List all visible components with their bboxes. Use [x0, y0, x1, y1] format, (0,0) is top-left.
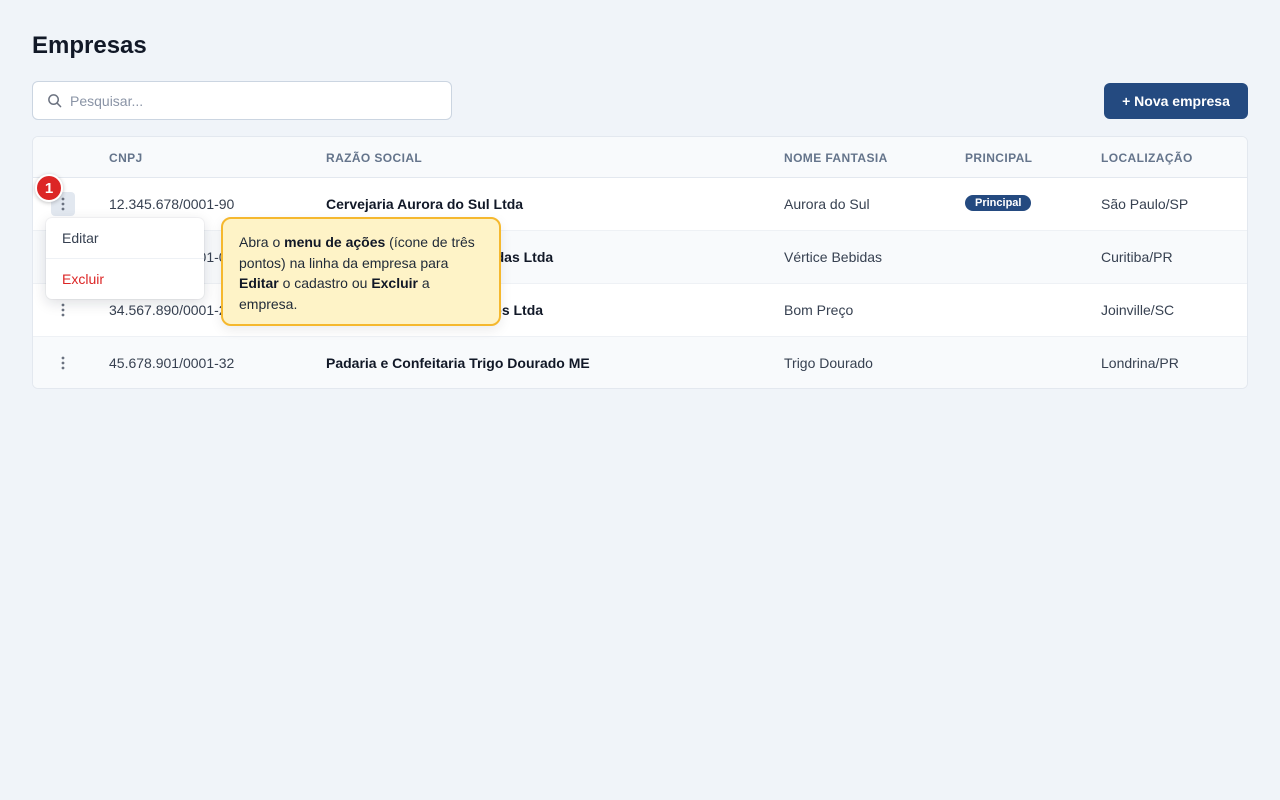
search-input[interactable] — [70, 92, 430, 109]
companies-table: CNPJ RAZÃO SOCIAL NOME FANTASIA PRINCIPA… — [32, 136, 1248, 389]
cell-localizacao: Joinville/SC — [1101, 302, 1175, 318]
cell-cnpj: 34.567.890/0001-21 — [109, 302, 235, 318]
tooltip-bold-delete: Excluir — [371, 275, 419, 291]
cell-nome-fantasia: Trigo Dourado — [784, 355, 873, 371]
row-actions-button[interactable] — [51, 298, 75, 322]
header-cnpj[interactable]: CNPJ — [109, 151, 143, 165]
principal-badge: Principal — [965, 195, 1032, 211]
search-box[interactable] — [32, 81, 452, 120]
row-actions-menu: Editar Excluir — [46, 218, 204, 299]
cell-nome-fantasia: Vértice Bebidas — [784, 249, 883, 265]
new-company-button[interactable]: + Nova empresa — [1104, 83, 1248, 119]
page-title: Empresas — [32, 32, 147, 59]
tour-step-badge: 1 — [35, 174, 63, 202]
menu-item-edit[interactable]: Editar — [46, 218, 204, 258]
tooltip-text: Abra o — [239, 234, 285, 250]
header-razao-social[interactable]: RAZÃO SOCIAL — [326, 151, 422, 165]
kebab-icon — [61, 197, 65, 211]
table-header: CNPJ RAZÃO SOCIAL NOME FANTASIA PRINCIPA… — [33, 137, 1247, 178]
header-nome-fantasia[interactable]: NOME FANTASIA — [784, 151, 888, 165]
tooltip-bold-menu: menu de ações — [284, 234, 386, 250]
tooltip-bold-edit: Editar — [239, 275, 279, 291]
cell-razao-social: Cervejaria Aurora do Sul Ltda — [326, 196, 524, 212]
table-row: 34.567.890/0001-21 Bom Preço Supermercad… — [33, 284, 1247, 337]
tooltip-text: o cadastro ou — [278, 275, 372, 291]
table-row: 12.345.678/0001-90 Cervejaria Aurora do … — [33, 178, 1247, 231]
menu-item-delete[interactable]: Excluir — [46, 258, 204, 299]
header-principal[interactable]: PRINCIPAL — [965, 151, 1032, 165]
cell-razao-social: Padaria e Confeitaria Trigo Dourado ME — [326, 355, 590, 371]
cell-nome-fantasia: Aurora do Sul — [784, 196, 870, 212]
cell-nome-fantasia: Bom Preço — [784, 302, 854, 318]
kebab-icon — [61, 303, 65, 317]
cell-localizacao: Londrina/PR — [1101, 355, 1179, 371]
cell-localizacao: Curitiba/PR — [1101, 249, 1173, 265]
table-row: 23.456.789/0001-01 Vértice Comércio de B… — [33, 231, 1247, 284]
kebab-icon — [61, 356, 65, 370]
cell-cnpj: 12.345.678/0001-90 — [109, 196, 235, 212]
search-icon — [46, 93, 62, 109]
cell-cnpj: 45.678.901/0001-32 — [109, 355, 235, 371]
cell-localizacao: São Paulo/SP — [1101, 196, 1189, 212]
header-localizacao[interactable]: LOCALIZAÇÃO — [1101, 151, 1193, 165]
row-actions-button[interactable] — [51, 351, 75, 375]
table-row: 45.678.901/0001-32 Padaria e Confeitaria… — [33, 337, 1247, 388]
tour-tooltip: Abra o menu de ações (ícone de três pont… — [221, 217, 501, 326]
